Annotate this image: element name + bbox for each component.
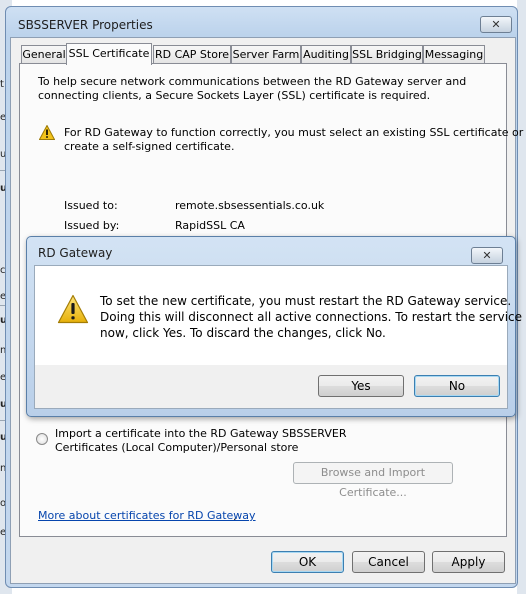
rd-gateway-dialog: RD Gateway ✕ To set the new certificate,… [26, 236, 522, 417]
tab-ssl-certificate[interactable]: SSL Certificate [66, 43, 152, 65]
issued-by-value: RapidSSL CA [175, 219, 245, 232]
dialog-body: To set the new certificate, you must res… [34, 265, 522, 409]
window-close-button[interactable]: ✕ [480, 16, 512, 33]
issued-to-value: remote.sbsessentials.co.uk [175, 199, 325, 212]
tab-auditing[interactable]: Auditing [301, 45, 351, 64]
tab-general[interactable]: General [21, 45, 67, 64]
window-title: SBSSERVER Properties [18, 18, 153, 32]
yes-button[interactable]: Yes [318, 375, 404, 397]
warning-icon [39, 125, 55, 140]
browse-import-certificate-button[interactable]: Browse and Import Certificate... [293, 462, 453, 499]
tab-ssl-bridging[interactable]: SSL Bridging [351, 45, 423, 64]
ok-button[interactable]: OK [271, 551, 344, 573]
apply-button[interactable]: Apply [432, 551, 505, 573]
no-button[interactable]: No [414, 375, 500, 397]
intro-text-line-1: To help secure network communications be… [38, 75, 467, 88]
import-option-line-2: Certificates (Local Computer)/Personal s… [55, 441, 299, 454]
cancel-button[interactable]: Cancel [352, 551, 425, 573]
warning-icon [57, 294, 89, 324]
warning-text-line-1: For RD Gateway to function correctly, yo… [64, 126, 524, 139]
dialog-title: RD Gateway [38, 246, 113, 260]
dialog-message-line-2: Doing this will disconnect all active co… [100, 310, 523, 324]
dialog-message-line-1: To set the new certificate, you must res… [100, 294, 512, 308]
tab-server-farm[interactable]: Server Farm [231, 45, 301, 64]
issued-by-label: Issued by: [64, 219, 120, 232]
link-trailing-period: . [233, 510, 237, 523]
intro-text-line-2: connecting clients, a Secure Sockets Lay… [38, 89, 431, 102]
tab-rd-cap-store[interactable]: RD CAP Store [153, 45, 231, 64]
import-certificate-radio[interactable] [36, 433, 48, 445]
background-app-edge-right [517, 0, 526, 594]
dialog-close-button[interactable]: ✕ [471, 247, 503, 264]
tab-messaging[interactable]: Messaging [423, 45, 485, 64]
import-option-line-1: Import a certificate into the RD Gateway… [55, 427, 347, 440]
dialog-message-area: To set the new certificate, you must res… [35, 266, 522, 365]
issued-to-label: Issued to: [64, 199, 118, 212]
warning-text-line-2: create a self-signed certificate. [64, 140, 235, 153]
dialog-message-line-3: now, click Yes. To discard the changes, … [100, 326, 386, 340]
more-about-certificates-link[interactable]: More about certificates for RD Gateway [38, 509, 256, 522]
